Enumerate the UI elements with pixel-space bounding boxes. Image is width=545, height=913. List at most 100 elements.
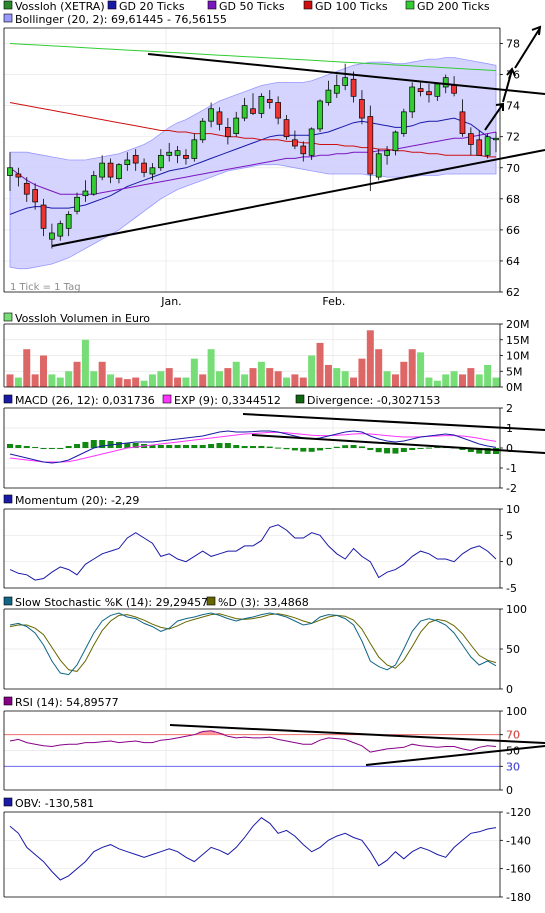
candle-body [40, 204, 47, 229]
candle-body [451, 85, 457, 94]
volume-bar [484, 364, 492, 387]
price-axis-tick-label: 68 [506, 193, 520, 206]
volume-bar [350, 377, 358, 387]
candle-body [484, 136, 491, 156]
macd-divergence-bar [157, 445, 164, 448]
momentum-axis-tick-label: 5 [506, 529, 513, 542]
candle-body [233, 117, 240, 134]
candle-body [199, 120, 206, 141]
stochastic-axis-tick-label: 100 [506, 603, 527, 616]
volume-bar [157, 371, 165, 387]
rsi-level-label: 70 [506, 729, 520, 742]
legend-2-label: GD 20 Ticks [119, 0, 185, 13]
macd-divergence-bar [275, 447, 282, 449]
volume-bar [458, 374, 466, 387]
volume-axis-tick-label: 5M [506, 365, 523, 378]
volume-bar [115, 377, 123, 387]
legend-3-label: GD 50 Ticks [219, 0, 285, 13]
volume-bar [190, 358, 198, 387]
volume-bar [283, 377, 291, 387]
volume-bar [266, 368, 274, 387]
macd-divergence-bar [291, 448, 298, 451]
x-tick-jan: Jan. [160, 295, 181, 308]
momentum-axis-tick-label: -5 [506, 582, 517, 595]
volume-bar [165, 368, 173, 387]
momentum-legend-label: Momentum (20): -2,29 [15, 494, 139, 507]
macd-axis-tick-label: -2 [506, 482, 517, 495]
volume-bar [450, 371, 458, 387]
volume-bar [308, 355, 316, 387]
macd-legend-2-label: EXP (9): 0,3344512 [174, 394, 281, 407]
macd-divergence-bar [425, 447, 432, 449]
stochastic-d-line [9, 613, 497, 672]
macd-divergence-bar [40, 448, 47, 449]
candle-body [166, 151, 173, 156]
candle-body [74, 196, 80, 212]
stochastic-legend-1-swatch [3, 596, 13, 606]
macd-divergence-bar [115, 442, 122, 448]
macd-divergence-bar [57, 448, 64, 449]
candle-body [116, 164, 122, 179]
candle-body [132, 154, 139, 164]
candle-body [99, 162, 106, 178]
macd-legend-2-swatch [162, 394, 172, 404]
candle-body [325, 89, 332, 103]
volume-bar [366, 330, 374, 387]
rsi-legend-swatch [3, 696, 13, 706]
volume-bar [442, 374, 450, 387]
obv-axis-tick-label: -140 [506, 834, 531, 847]
legend-3-swatch [207, 0, 217, 10]
volume-bar [341, 371, 349, 387]
candle-body [384, 150, 390, 156]
macd-divergence-bar [216, 443, 223, 448]
rsi-axis-tick-label: 50 [506, 745, 520, 758]
candle-body [292, 139, 298, 147]
rsi-legend-label: RSI (14): 54,89577 [15, 696, 119, 709]
macd-divergence-bar [283, 448, 290, 450]
macd-divergence-bar [392, 448, 399, 454]
obv-legend-swatch [3, 797, 13, 807]
volume-bar [14, 377, 22, 387]
volume-bar [23, 349, 31, 387]
macd-divergence-bar [208, 444, 215, 448]
macd-legend-1-swatch [3, 394, 13, 404]
macd-axis-tick-label: 0 [506, 442, 513, 455]
volume-bar [40, 355, 48, 387]
candle-body [183, 154, 189, 159]
macd-divergence-bar [384, 448, 391, 454]
volume-bar [140, 380, 148, 387]
volume-bar [73, 361, 81, 387]
volume-bar [65, 371, 73, 387]
macd-divergence-bar [358, 446, 365, 448]
volume-bar [433, 380, 441, 387]
price-axis-tick-label: 64 [506, 255, 520, 268]
volume-bar [391, 374, 399, 387]
volume-legend-swatch [3, 312, 13, 322]
macd-divergence-bar [258, 446, 265, 448]
macd-legend-3-swatch [295, 394, 305, 404]
macd-axis-tick-label: -1 [506, 462, 517, 475]
volume-bar [274, 371, 282, 387]
price-axis-tick-label: 72 [506, 131, 520, 144]
rsi-axis-tick-label: 0 [506, 784, 513, 797]
macd-divergence-bar [32, 447, 39, 448]
volume-bar [408, 349, 416, 387]
candle-body [124, 159, 131, 166]
candle-body [426, 91, 432, 96]
macd-divergence-bar [417, 448, 424, 449]
stochastic-axis-tick-label: 0 [506, 683, 513, 696]
macd-divergence-bar [23, 446, 30, 448]
volume-legend-label: Vossloh Volumen in Euro [15, 312, 150, 325]
volume-bar [333, 368, 341, 387]
candle-body [367, 116, 374, 175]
macd-divergence-bar [174, 445, 181, 448]
obv-line [9, 817, 497, 881]
candle-body [350, 78, 357, 97]
volume-bar [249, 368, 257, 387]
obv-axis-tick-label: -180 [506, 891, 531, 904]
candle-body [90, 175, 97, 195]
price-axis-tick-label: 70 [506, 162, 520, 175]
candle-body [258, 95, 265, 114]
legend-6-label: Bollinger (20, 2): 69,61445 - 76,56155 [15, 13, 227, 26]
macd-divergence-bar [300, 448, 307, 452]
